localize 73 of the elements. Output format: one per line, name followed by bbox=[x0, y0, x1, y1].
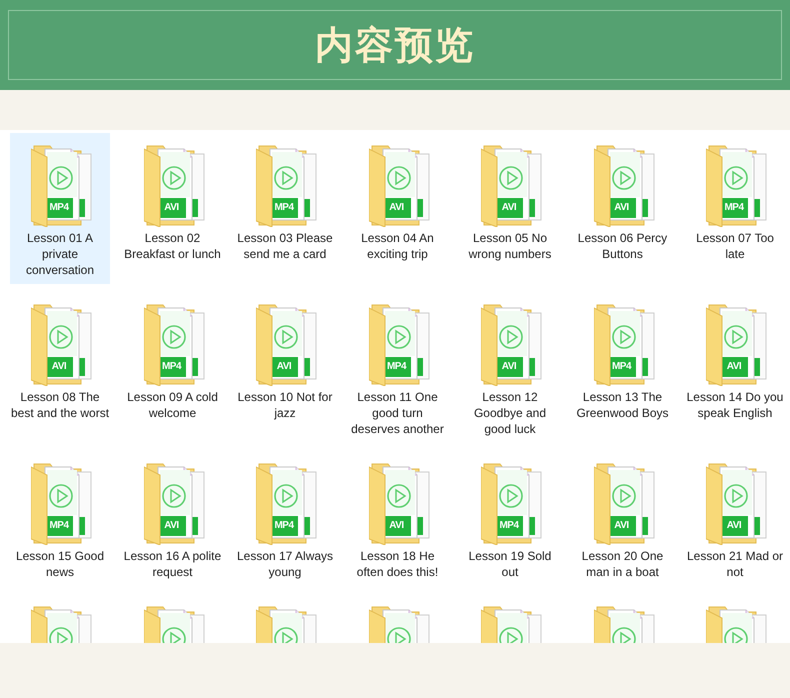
file-name: Lesson 15 Good news bbox=[14, 548, 106, 580]
video-folder-icon bbox=[594, 461, 658, 545]
video-folder-icon bbox=[144, 143, 208, 227]
format-label: AVI bbox=[726, 519, 742, 533]
file-name: Lesson 19 Sold out bbox=[468, 548, 552, 580]
file-item[interactable]: AVI Lesson 08 The best and the worst bbox=[10, 292, 110, 427]
file-item[interactable]: AVI Lesson 14 Do you speak English bbox=[685, 292, 785, 427]
file-item[interactable]: AVI Lesson 20 One man in a boat bbox=[572, 451, 672, 586]
video-folder-icon bbox=[144, 461, 208, 545]
file-item[interactable]: MP4 Lesson 11 One good turn deserves another bbox=[348, 292, 448, 443]
file-item[interactable]: MP4 Lesson 07 Too late bbox=[685, 133, 785, 268]
file-name: Lesson 13 The Greenwood Boys bbox=[575, 389, 670, 421]
format-label: AVI bbox=[500, 360, 518, 374]
file-item[interactable]: AVI Lesson 04 An exciting trip bbox=[348, 133, 448, 268]
file-item[interactable]: MP4 Lesson 19 Sold out bbox=[460, 451, 560, 586]
file-item[interactable]: AVI Lesson 05 No wrong numbers bbox=[460, 133, 560, 268]
format-label: MP4 bbox=[48, 519, 70, 533]
format-label: MP4 bbox=[273, 519, 295, 533]
file-name: Lesson 16 A polite request bbox=[122, 548, 222, 580]
file-item[interactable]: AVI Lesson 12 Goodbye and good luck bbox=[460, 292, 560, 443]
format-label: AVI bbox=[388, 201, 405, 215]
file-item[interactable]: MP4 Lesson 17 Always young bbox=[235, 451, 335, 586]
file-name: Lesson 14 Do you speak English bbox=[686, 389, 784, 421]
format-label: MP4 bbox=[723, 201, 745, 215]
page-title: 内容预览 bbox=[315, 20, 475, 68]
format-label: AVI bbox=[388, 519, 405, 533]
file-item[interactable]: MP4 Lesson 03 Please send me a card bbox=[235, 133, 335, 268]
format-label: MP4 bbox=[386, 360, 408, 374]
file-name: Lesson 06 Percy Buttons bbox=[576, 230, 668, 262]
file-name: Lesson 08 The best and the worst bbox=[10, 389, 110, 421]
video-folder-icon bbox=[368, 143, 432, 227]
file-name: Lesson 21 Mad or not bbox=[686, 548, 784, 580]
format-label: AVI bbox=[500, 201, 518, 215]
format-label: MP4 bbox=[160, 360, 182, 374]
file-name: Lesson 09 A cold welcome bbox=[126, 389, 219, 421]
file-item[interactable]: AVI Lesson 21 Mad or not bbox=[685, 451, 785, 586]
file-name: Lesson 17 Always young bbox=[236, 548, 334, 580]
file-item[interactable]: MP4 Lesson 01 A private conversation bbox=[10, 133, 110, 284]
video-folder-icon bbox=[594, 143, 658, 227]
format-label: AVI bbox=[726, 360, 742, 374]
format-label: AVI bbox=[613, 201, 630, 215]
video-folder-icon bbox=[368, 302, 432, 386]
file-name: Lesson 04 An exciting trip bbox=[360, 230, 435, 262]
video-folder-icon bbox=[594, 302, 658, 386]
file-item[interactable]: AVI Lesson 16 A polite request bbox=[122, 451, 222, 586]
file-name: Lesson 01 A private conversation bbox=[24, 230, 96, 278]
format-label: MP4 bbox=[48, 201, 70, 215]
file-name: Lesson 20 One man in a boat bbox=[580, 548, 664, 580]
video-folder-icon bbox=[368, 461, 432, 545]
file-name: Lesson 11 One good turn deserves another bbox=[350, 389, 445, 437]
format-label: AVI bbox=[163, 519, 180, 533]
video-folder-icon bbox=[144, 302, 208, 386]
file-name: Lesson 07 Too late bbox=[695, 230, 775, 262]
file-item[interactable]: AVI Lesson 06 Percy Buttons bbox=[572, 133, 672, 268]
format-label: AVI bbox=[276, 360, 292, 374]
file-item[interactable]: MP4 Lesson 09 A cold welcome bbox=[122, 292, 222, 427]
format-label: MP4 bbox=[498, 519, 520, 533]
file-item[interactable]: MP4 Lesson 13 The Greenwood Boys bbox=[572, 292, 672, 427]
file-name: Lesson 10 Not for jazz bbox=[236, 389, 334, 421]
file-item[interactable]: MP4 Lesson 15 Good news bbox=[10, 451, 110, 586]
format-label: AVI bbox=[613, 519, 630, 533]
file-name: Lesson 03 Please send me a card bbox=[236, 230, 334, 262]
format-label: MP4 bbox=[610, 360, 632, 374]
format-label: AVI bbox=[50, 360, 68, 374]
file-name: Lesson 05 No wrong numbers bbox=[468, 230, 552, 262]
file-name: Lesson 12 Goodbye and good luck bbox=[472, 389, 548, 437]
file-item[interactable]: AVI Lesson 18 He often does this! bbox=[348, 451, 448, 586]
file-item[interactable]: AVI Lesson 02 Breakfast or lunch bbox=[122, 133, 222, 268]
file-item[interactable]: AVI Lesson 10 Not for jazz bbox=[235, 292, 335, 427]
file-name: Lesson 18 He often does this! bbox=[356, 548, 440, 580]
file-name: Lesson 02 Breakfast or lunch bbox=[123, 230, 222, 262]
format-label: AVI bbox=[163, 201, 180, 215]
format-label: MP4 bbox=[273, 201, 295, 215]
